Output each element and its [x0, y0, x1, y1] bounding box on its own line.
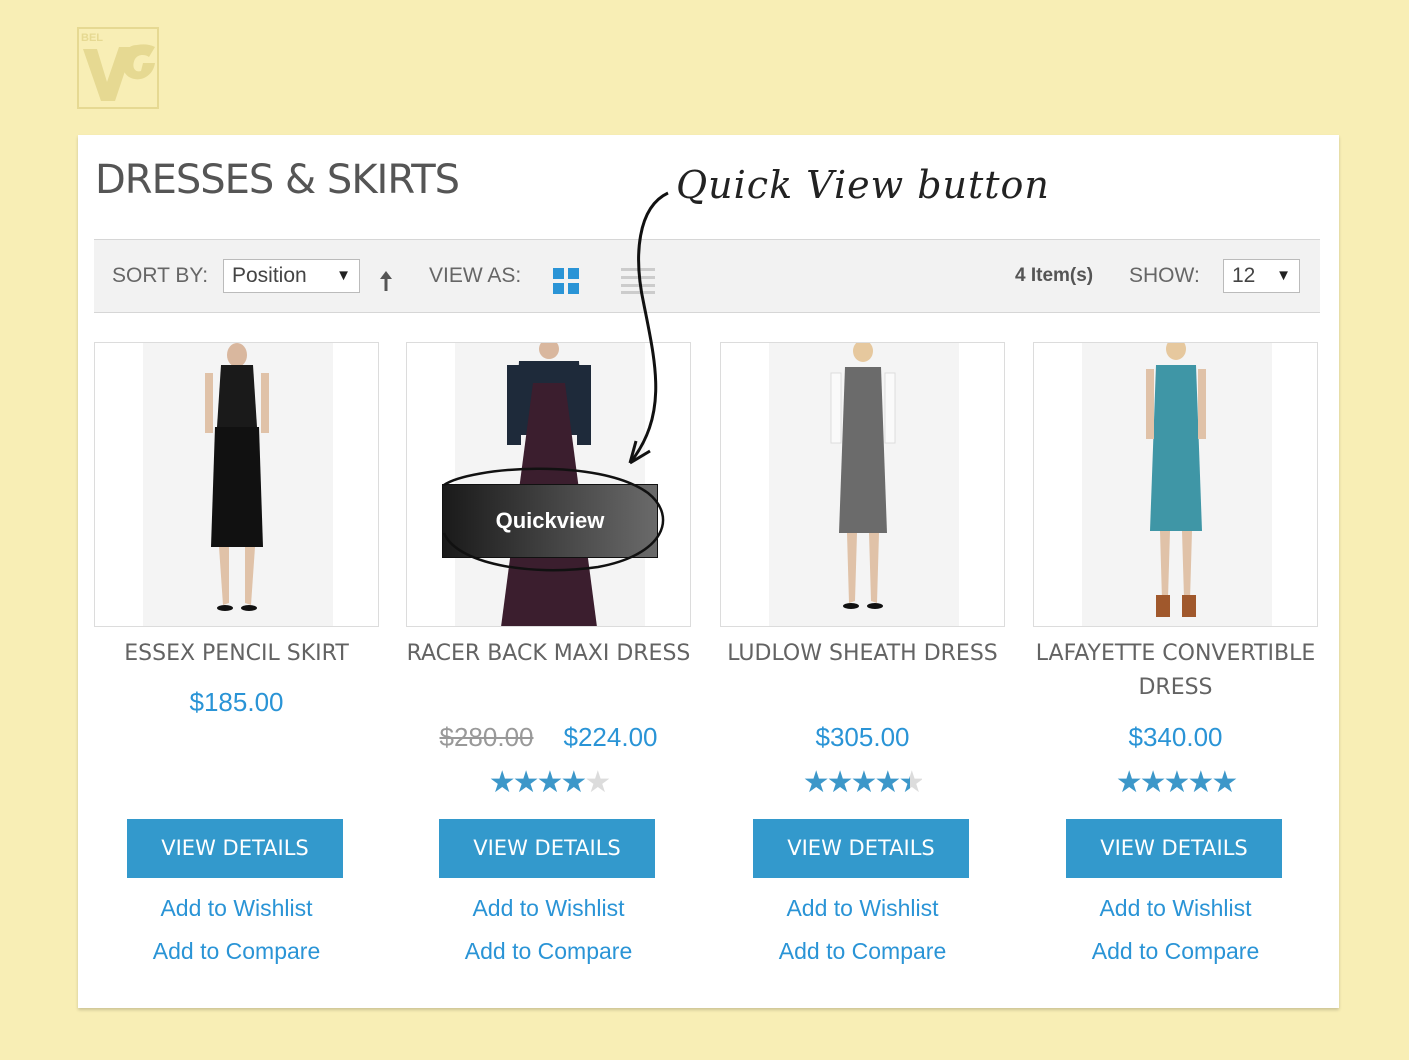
add-to-wishlist-link[interactable]: Add to Wishlist — [720, 895, 1005, 922]
toolbar: SORT BY: Position ▼ VIEW AS: 4 Item(s) S… — [94, 239, 1320, 313]
view-as-label: VIEW AS: — [429, 264, 522, 287]
add-to-compare-link[interactable]: Add to Compare — [406, 938, 691, 965]
show-label: SHOW: — [1129, 264, 1200, 287]
sort-direction-arrow-icon[interactable] — [379, 270, 393, 292]
add-to-compare-link[interactable]: Add to Compare — [1033, 938, 1318, 965]
product-price: $185.00 — [189, 687, 284, 717]
product-name[interactable]: RACER BACK MAXI DRESS — [406, 637, 691, 671]
chevron-down-icon: ▼ — [336, 267, 351, 284]
add-to-compare-link[interactable]: Add to Compare — [94, 938, 379, 965]
rating-stars: ★★★★★ — [488, 766, 611, 799]
sort-by-label: SORT BY: — [112, 264, 209, 287]
product-card: LAFAYETTE CONVERTIBLE DRESS $340.00 ★★★★… — [1033, 342, 1318, 1002]
belvg-logo-icon: BEL — [77, 27, 159, 109]
product-name[interactable]: LUDLOW SHEATH DRESS — [720, 637, 1005, 671]
add-to-wishlist-link[interactable]: Add to Wishlist — [406, 895, 691, 922]
old-price: $280.00 — [439, 722, 534, 752]
add-to-wishlist-link[interactable]: Add to Wishlist — [94, 895, 379, 922]
special-price: $224.00 — [563, 722, 658, 752]
sort-select-value: Position — [232, 264, 307, 287]
product-card: ESSEX PENCIL SKIRT $185.00 VIEW DETAILS … — [94, 342, 379, 1002]
rating-stars: ★★★★★ — [802, 766, 925, 799]
add-to-compare-link[interactable]: Add to Compare — [720, 938, 1005, 965]
view-details-button[interactable]: VIEW DETAILS — [1066, 819, 1282, 878]
annotation-text: Quick View button — [676, 163, 1050, 207]
list-view-icon[interactable] — [621, 268, 655, 294]
limit-select[interactable]: 12 ▼ — [1223, 259, 1300, 293]
product-name[interactable]: ESSEX PENCIL SKIRT — [94, 637, 379, 671]
view-details-button[interactable]: VIEW DETAILS — [439, 819, 655, 878]
sort-select[interactable]: Position ▼ — [223, 259, 360, 293]
product-price: $305.00 — [815, 722, 910, 752]
rating-stars: ★★★★★ — [1115, 766, 1238, 799]
product-image[interactable] — [1033, 342, 1318, 627]
product-card: RACER BACK MAXI DRESS $280.00 $224.00 ★★★… — [406, 342, 691, 1002]
product-price: $340.00 — [1128, 722, 1223, 752]
view-details-button[interactable]: VIEW DETAILS — [753, 819, 969, 878]
category-panel: DRESSES & SKIRTS SORT BY: Position ▼ VIE… — [78, 135, 1339, 1008]
add-to-wishlist-link[interactable]: Add to Wishlist — [1033, 895, 1318, 922]
limit-select-value: 12 — [1232, 264, 1256, 287]
quickview-button[interactable]: Quickview — [442, 484, 658, 558]
product-name[interactable]: LAFAYETTE CONVERTIBLE DRESS — [1033, 637, 1318, 705]
chevron-down-icon: ▼ — [1276, 267, 1291, 284]
logo-text: BEL — [81, 32, 103, 44]
item-count: 4 Item(s) — [1015, 265, 1094, 286]
product-price-row: $280.00 $224.00 — [406, 722, 691, 753]
grid-view-icon[interactable] — [553, 268, 579, 294]
view-details-button[interactable]: VIEW DETAILS — [127, 819, 343, 878]
product-image[interactable] — [720, 342, 1005, 627]
product-image[interactable] — [94, 342, 379, 627]
product-card: LUDLOW SHEATH DRESS $305.00 ★★★★★ VIEW D… — [720, 342, 1005, 1002]
page-title: DRESSES & SKIRTS — [95, 157, 460, 203]
